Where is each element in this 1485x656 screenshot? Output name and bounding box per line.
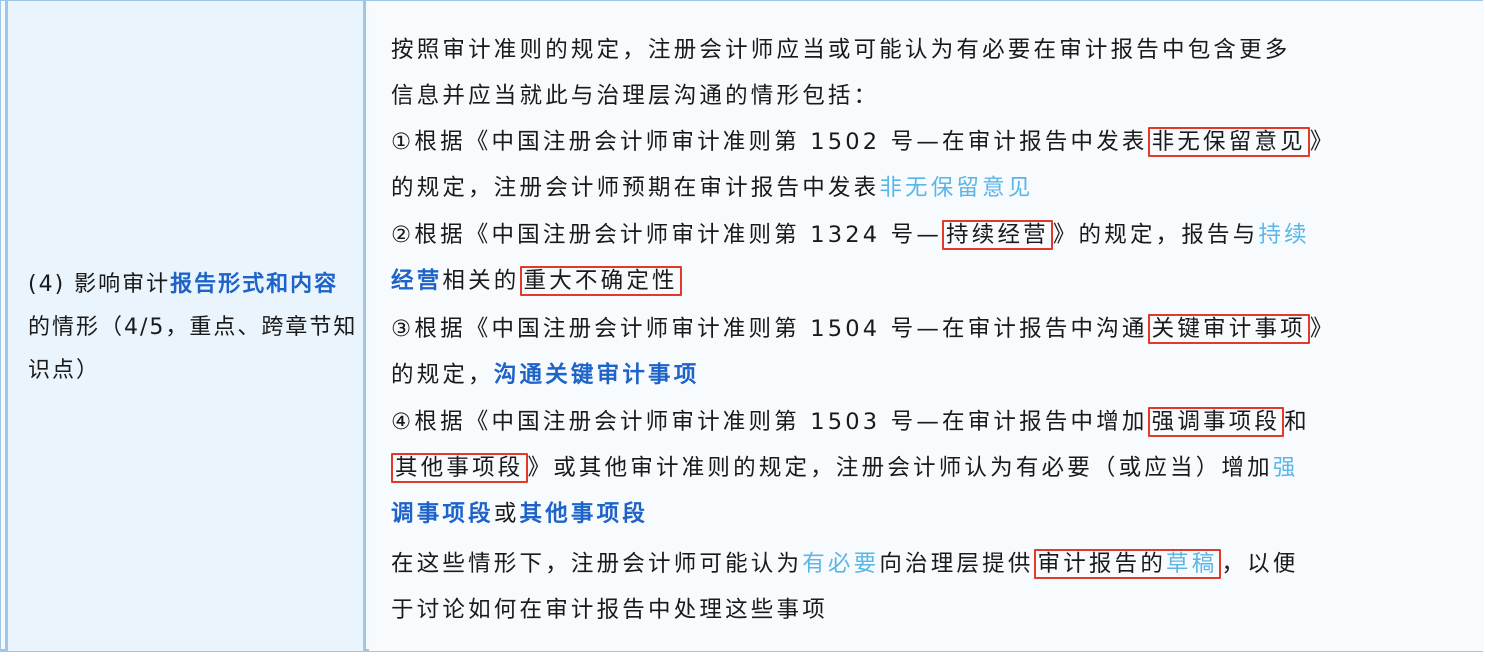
item-2-line-2: 经营相关的 重大不确定性 <box>391 258 1466 304</box>
final-text-2: 向治理层提供 <box>879 551 1034 577</box>
row-heading: (4) 影响审计报告形式和内容的情形（4/5，重点、跨章节知识点） <box>28 263 358 392</box>
item-3-text: ③根据《中国注册会计师审计准则第 1504 号—在审计报告中沟通 <box>391 316 1148 342</box>
item-2-mid: 》的规定，报告与 <box>1052 222 1259 248</box>
item-4-or: 或 <box>493 501 520 527</box>
item-1-text-2: 的规定，注册会计师预期在审计报告中发表 <box>391 175 880 201</box>
final-text: 在这些情形下，注册会计师可能认为 <box>391 551 803 577</box>
item-4-highlight-3: 其他事项段 <box>519 501 649 527</box>
item-4-line-2: 其他事项段 》或其他审计准则的规定，注册会计师认为有必要（或应当）增加强 <box>391 445 1466 491</box>
item-4-text-2: 》或其他审计准则的规定，注册会计师认为有必要（或应当）增加 <box>527 455 1273 481</box>
item-3-text-2: 的规定， <box>391 362 494 388</box>
item-4-boxed-2: 其他事项段 <box>391 453 528 483</box>
intro-line-2: 信息并应当就此与治理层沟通的情形包括： <box>391 83 880 109</box>
final-boxed: 审计报告的草稿 <box>1033 549 1222 579</box>
item-4-line-3: 调事项段或其他事项段 <box>391 491 1466 537</box>
final-line-1: 在这些情形下，注册会计师可能认为有必要向治理层提供 审计报告的草稿 ，以便 <box>391 541 1466 587</box>
item-4-highlight-2: 调事项段 <box>391 501 494 527</box>
heading-prefix: (4) 影响审计 <box>28 272 171 297</box>
item-1-end: 》 <box>1309 129 1336 155</box>
final-text-3: ，以便 <box>1221 551 1299 577</box>
item-2-highlight-2: 经营 <box>391 268 443 294</box>
final-boxed-highlight: 草稿 <box>1166 551 1218 577</box>
heading-highlight: 报告形式和内容 <box>170 272 339 297</box>
item-2-boxed-2: 重大不确定性 <box>519 266 682 296</box>
item-2-line-1: ②根据《中国注册会计师审计准则第 1324 号— 持续经营 》的规定，报告与持续 <box>391 212 1466 258</box>
item-1-boxed: 非无保留意见 <box>1147 127 1310 157</box>
item-1-line-2: 的规定，注册会计师预期在审计报告中发表非无保留意见 <box>391 165 1466 211</box>
table-frame: (4) 影响审计报告形式和内容的情形（4/5，重点、跨章节知识点） 按照审计准则… <box>0 0 1484 652</box>
item-3-end: 》 <box>1309 316 1336 342</box>
item-2-text: ②根据《中国注册会计师审计准则第 1324 号— <box>391 222 943 248</box>
final-boxed-text: 审计报告的 <box>1037 551 1167 577</box>
item-4-text: ④根据《中国注册会计师审计准则第 1503 号—在审计报告中增加 <box>391 409 1148 435</box>
final-line-2: 于讨论如何在审计报告中处理这些事项 <box>391 597 828 623</box>
item-2-boxed: 持续经营 <box>942 220 1053 250</box>
item-1-line-1: ①根据《中国注册会计师审计准则第 1502 号—在审计报告中发表 非无保留意见》 <box>391 119 1466 165</box>
item-3-highlight: 沟通关键审计事项 <box>493 362 700 388</box>
left-cell: (4) 影响审计报告形式和内容的情形（4/5，重点、跨章节知识点） <box>5 1 366 651</box>
right-cell: 按照审计准则的规定，注册会计师应当或可能认为有必要在审计报告中包含更多 信息并应… <box>369 1 1484 651</box>
item-4-highlight-1: 强 <box>1272 455 1299 481</box>
item-4-and: 和 <box>1284 409 1310 435</box>
item-1-highlight: 非无保留意见 <box>879 175 1034 201</box>
item-4-boxed: 强调事项段 <box>1147 407 1285 437</box>
item-3-line-1: ③根据《中国注册会计师审计准则第 1504 号—在审计报告中沟通 关键审计事项》 <box>391 306 1466 352</box>
item-3-line-2: 的规定，沟通关键审计事项 <box>391 352 1466 398</box>
item-4-line-1: ④根据《中国注册会计师审计准则第 1503 号—在审计报告中增加 强调事项段和 <box>391 399 1466 445</box>
item-1-text: ①根据《中国注册会计师审计准则第 1502 号—在审计报告中发表 <box>391 129 1148 155</box>
final-highlight: 有必要 <box>802 551 880 577</box>
intro-line-1: 按照审计准则的规定，注册会计师应当或可能认为有必要在审计报告中包含更多 <box>391 37 1291 63</box>
heading-suffix: 的情形（4/5，重点、跨章节知识点） <box>28 315 358 383</box>
item-2-highlight-1: 持续 <box>1258 222 1310 248</box>
item-3-boxed: 关键审计事项 <box>1147 314 1310 344</box>
item-2-text-2: 相关的 <box>442 268 520 294</box>
